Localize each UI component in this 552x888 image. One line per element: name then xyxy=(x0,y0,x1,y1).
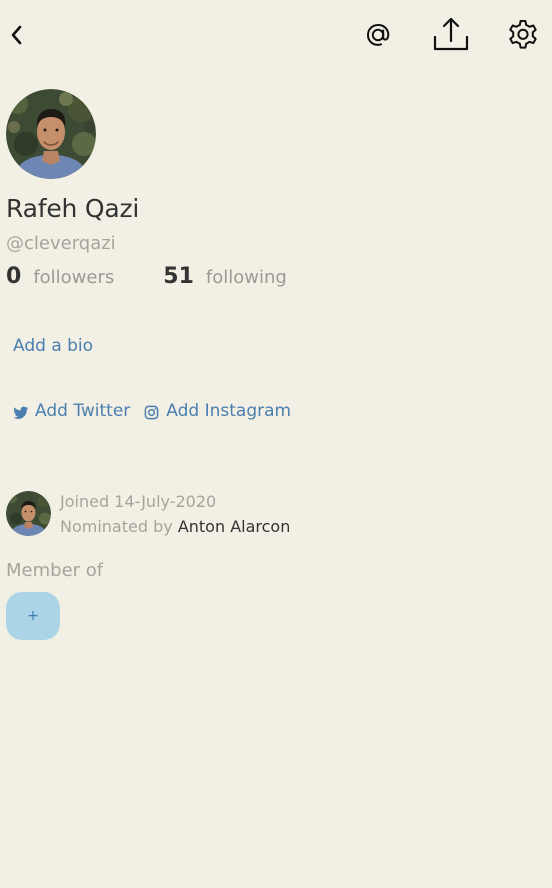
following-label: following xyxy=(205,267,287,288)
following-count: 51 xyxy=(163,264,194,289)
profile-avatar[interactable] xyxy=(6,89,96,179)
plus-icon: + xyxy=(27,608,39,624)
nominated-line: Nominated by Anton Alarcon xyxy=(60,514,290,539)
add-twitter-label: Add Twitter xyxy=(35,401,131,421)
add-instagram-label: Add Instagram xyxy=(166,401,292,421)
followers-link[interactable]: 0 followers xyxy=(6,264,114,289)
nominator-name[interactable]: Anton Alarcon xyxy=(178,517,291,536)
chevron-left-icon xyxy=(11,25,22,45)
add-club-button[interactable]: + xyxy=(6,592,60,640)
social-links: Add Twitter Add Instagram xyxy=(13,401,291,421)
twitter-bird-icon xyxy=(13,406,29,419)
following-link[interactable]: 51 following xyxy=(163,264,287,289)
member-of-label: Member of xyxy=(6,560,104,581)
joined-info: Joined 14-July-2020 Nominated by Anton A… xyxy=(6,491,290,539)
nominator-avatar[interactable] xyxy=(6,491,51,536)
mention-button[interactable] xyxy=(360,17,396,53)
gear-icon xyxy=(509,20,537,49)
followers-label: followers xyxy=(33,267,115,288)
at-sign-icon xyxy=(366,23,390,46)
joined-date: Joined 14-July-2020 xyxy=(60,492,217,511)
share-upload-icon xyxy=(433,17,469,51)
profile-handle: @cleverqazi xyxy=(6,233,116,254)
back-button[interactable] xyxy=(4,20,28,50)
followers-count: 0 xyxy=(6,264,22,289)
instagram-icon xyxy=(144,405,159,420)
follow-stats: 0 followers 51 following xyxy=(6,264,287,289)
add-instagram-link[interactable]: Add Instagram xyxy=(144,401,291,421)
add-bio-link[interactable]: Add a bio xyxy=(13,336,93,356)
add-twitter-link[interactable]: Add Twitter xyxy=(13,401,130,421)
settings-button[interactable] xyxy=(504,16,542,54)
share-button[interactable] xyxy=(430,14,472,54)
profile-name: Rafeh Qazi xyxy=(6,194,140,223)
nominated-prefix: Nominated by xyxy=(60,517,173,536)
joined-text-block: Joined 14-July-2020 Nominated by Anton A… xyxy=(60,489,290,539)
